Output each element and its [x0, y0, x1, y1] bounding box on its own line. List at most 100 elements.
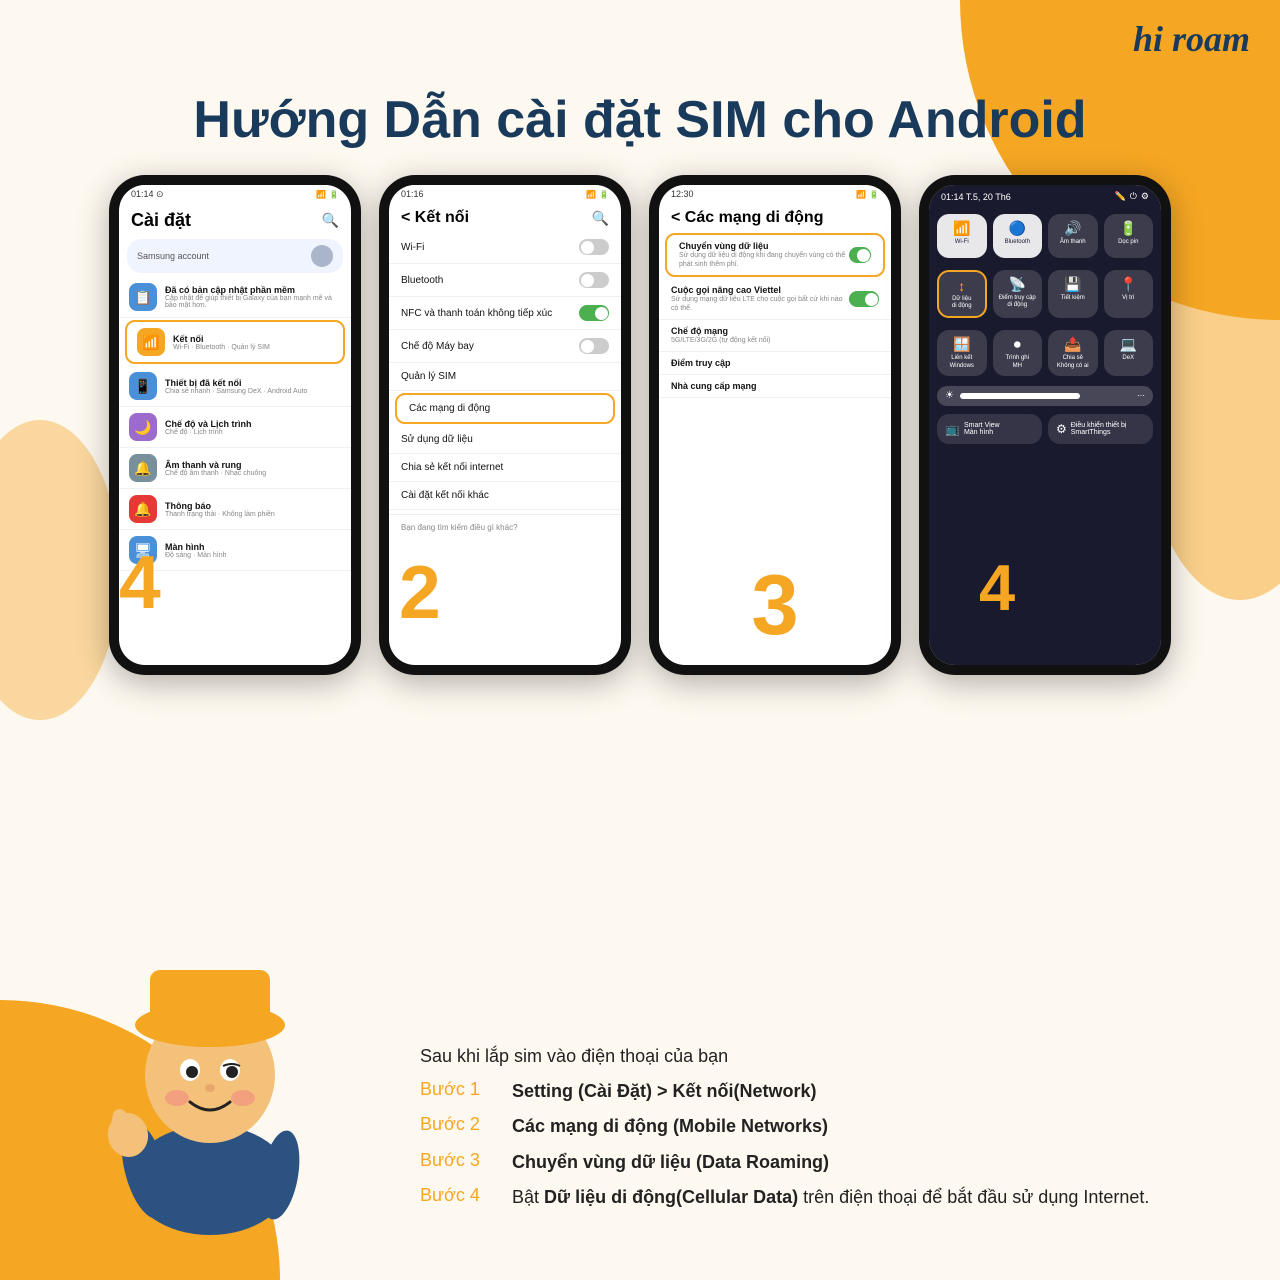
device-icon: 📱 — [129, 372, 157, 400]
smartview-label: Smart ViewMàn hình — [964, 422, 1000, 436]
nfc-toggle[interactable] — [579, 305, 609, 321]
mobile-networks-item[interactable]: Các mạng di động — [395, 393, 615, 424]
qs-data-tile[interactable]: ↕ Dữ liệudi động — [937, 270, 987, 318]
qs-windows-tile[interactable]: 🪟 Liên kếtWindows — [937, 330, 987, 375]
phone-2-icons: 📶🔋 — [586, 190, 609, 199]
page-title: Hướng Dẫn cài đặt SIM cho Android — [0, 90, 1280, 150]
phone-2-search-icon[interactable]: 🔍 — [592, 210, 609, 227]
phone-3-title: < Các mạng di động — [671, 209, 823, 227]
qs-location-icon: 📍 — [1120, 276, 1137, 293]
qs-windows-label: Liên kếtWindows — [950, 355, 974, 369]
network-icon: 📶 — [137, 328, 165, 356]
phone-2-time: 01:16 — [401, 189, 424, 199]
phone-4-step-badge: 4 — [979, 550, 1015, 625]
qs-share-label: Chia sẻKhông có ai — [1057, 355, 1089, 369]
qs-record-tile[interactable]: ⏺ Trình ghiMH — [993, 330, 1043, 375]
qs-sound-label: Âm thanh — [1060, 239, 1086, 246]
qs-data-icon: ↕ — [958, 278, 965, 294]
qs-smartthings-tile[interactable]: ⚙ Điều khiển thiết bị SmartThings — [1048, 414, 1153, 444]
airplane-toggle[interactable] — [579, 338, 609, 354]
phone-2-status-bar: 01:16 📶🔋 — [389, 185, 621, 203]
search-icon[interactable]: 🔍 — [322, 212, 339, 229]
step-4-label: Bước 4 — [420, 1185, 500, 1206]
nfc-item[interactable]: NFC và thanh toán không tiếp xúc — [389, 297, 621, 330]
qs-hotspot-tile[interactable]: 📡 Điểm truy cậpdi động — [993, 270, 1043, 318]
logo-roam: roam — [1172, 19, 1250, 59]
qs-share-icon: 📤 — [1064, 336, 1081, 353]
qs-save-tile[interactable]: 💾 Tiết kiệm — [1048, 270, 1098, 318]
phone-1-status-bar: 01:14 ⊙ 📶🔋 — [119, 185, 351, 204]
phone-3-step-badge: 3 — [751, 557, 798, 655]
instr-step-3: Bước 3 Chuyển vùng dữ liệu (Data Roaming… — [420, 1150, 1220, 1175]
phone-1-header: Cài đặt 🔍 — [119, 204, 351, 235]
phone-3-header: < Các mạng di động — [659, 203, 891, 231]
qs-hotspot-icon: 📡 — [1009, 276, 1026, 293]
setting-item-update: 📋 Đã có bản cập nhật phần mềm Cập nhật đ… — [119, 277, 351, 318]
apn-item[interactable]: Điểm truy cập — [659, 352, 891, 375]
phone-1-time: 01:14 ⊙ — [131, 189, 164, 200]
device-text: Thiết bị đã kết nối Chia sẻ nhanh · Sams… — [165, 378, 341, 395]
update-icon: 📋 — [129, 283, 157, 311]
qs-battery-tile[interactable]: 🔋 Dọc pin — [1104, 214, 1154, 258]
step-2-text: Các mạng di động (Mobile Networks) — [512, 1114, 828, 1139]
phone-1-title: Cài đặt — [131, 210, 191, 231]
qs-wifi-label: Wi-Fi — [955, 239, 969, 246]
brightness-icon: ☀ — [945, 390, 954, 401]
ketoi-text: Kết nối Wi-Fi · Bluetooth · Quản lý SIM — [173, 334, 333, 351]
qs-location-tile[interactable]: 📍 Vị trí — [1104, 270, 1154, 318]
notif-text: Thông báo Thanh trạng thái · Không làm p… — [165, 501, 341, 518]
wifi-item[interactable]: Wi-Fi — [389, 231, 621, 264]
airplane-item[interactable]: Chế độ Máy bay — [389, 330, 621, 363]
network-mode-item[interactable]: Chế độ mạng 5G/LTE/3G/2G (tự động kết nố… — [659, 320, 891, 352]
qs-brightness[interactable]: ☀ ⋯ — [937, 386, 1153, 406]
phone-2-step-badge: 2 — [399, 549, 441, 635]
roaming-toggle[interactable] — [849, 247, 871, 263]
qs-dex-tile[interactable]: 💻 DeX — [1104, 330, 1154, 375]
phone-4: 01:14 T.5, 20 Th6 ✏️⏻⚙ 📶 Wi-Fi — [919, 175, 1171, 675]
instr-step-1: Bước 1 Setting (Cài Đặt) > Kết nối(Netwo… — [420, 1079, 1220, 1104]
bluetooth-item[interactable]: Bluetooth — [389, 264, 621, 297]
roaming-item[interactable]: Chuyển vùng dữ liệu Sử dụng dữ liệu di đ… — [665, 233, 885, 277]
bluetooth-toggle[interactable] — [579, 272, 609, 288]
qs-record-label: Trình ghiMH — [1006, 355, 1029, 369]
data-usage-item[interactable]: Sử dụng dữ liệu — [389, 426, 621, 454]
qs-data-label: Dữ liệudi động — [952, 296, 972, 310]
step-4-text: Bật Dữ liệu di động(Cellular Data) trên … — [512, 1185, 1149, 1210]
sim-item[interactable]: Quản lý SIM — [389, 363, 621, 391]
other-settings-item[interactable]: Cài đặt kết nối khác — [389, 482, 621, 510]
notif-icon: 🔔 — [129, 495, 157, 523]
qs-wifi-tile[interactable]: 📶 Wi-Fi — [937, 214, 987, 258]
provider-item[interactable]: Nhà cung cấp mạng — [659, 375, 891, 398]
phones-container: 01:14 ⊙ 📶🔋 Cài đặt 🔍 Samsung account — [40, 175, 1240, 675]
qs-grid-row3: 🪟 Liên kếtWindows ⏺ Trình ghiMH 📤 Chia s… — [929, 324, 1161, 381]
qs-status-bar: 01:14 T.5, 20 Th6 ✏️⏻⚙ — [929, 185, 1161, 208]
phone-1-step-badge: 4 — [119, 539, 161, 625]
qs-smartview-tile[interactable]: 📺 Smart ViewMàn hình — [937, 414, 1042, 444]
sound-icon: 🔔 — [129, 454, 157, 482]
qs-record-icon: ⏺ — [1014, 336, 1021, 353]
qs-time: 01:14 T.5, 20 Th6 — [941, 192, 1011, 202]
screen-text: Màn hình Độ sáng · Màn hình — [165, 542, 341, 559]
samsung-account: Samsung account — [127, 239, 343, 273]
qs-wifi-icon: 📶 — [953, 220, 970, 237]
qs-share-tile[interactable]: 📤 Chia sẻKhông có ai — [1048, 330, 1098, 375]
search-hint: Bạn đang tìm kiếm điều gì khác? — [389, 514, 621, 540]
hotspot-item[interactable]: Chia sẻ kết nối internet — [389, 454, 621, 482]
viettel-item[interactable]: Cuộc gọi nâng cao Viettel Sử dụng mạng d… — [659, 279, 891, 320]
setting-item-mode: 🌙 Chế độ và Lịch trình Chế độ · Lịch trì… — [119, 407, 351, 448]
instr-step-4: Bước 4 Bật Dữ liệu di động(Cellular Data… — [420, 1185, 1220, 1210]
smartthings-icon: ⚙ — [1056, 422, 1067, 436]
qs-battery-icon: 🔋 — [1120, 220, 1137, 237]
qs-hotspot-label: Điểm truy cậpdi động — [999, 295, 1036, 309]
wifi-toggle[interactable] — [579, 239, 609, 255]
step-3-label: Bước 3 — [420, 1150, 500, 1171]
phone-4-screen: 01:14 T.5, 20 Th6 ✏️⏻⚙ 📶 Wi-Fi — [929, 185, 1161, 665]
brightness-more-icon[interactable]: ⋯ — [1137, 391, 1145, 400]
mode-text: Chế độ và Lịch trình Chế độ · Lịch trình — [165, 419, 341, 436]
qs-bt-tile[interactable]: 🔵 Bluetooth — [993, 214, 1043, 258]
setting-item-ketoi[interactable]: 📶 Kết nối Wi-Fi · Bluetooth · Quản lý SI… — [125, 320, 345, 364]
instr-step-2: Bước 2 Các mạng di động (Mobile Networks… — [420, 1114, 1220, 1139]
qs-sound-tile[interactable]: 🔊 Âm thanh — [1048, 214, 1098, 258]
phone-3-icons: 📶🔋 — [856, 190, 879, 199]
viettel-toggle[interactable] — [849, 291, 879, 307]
